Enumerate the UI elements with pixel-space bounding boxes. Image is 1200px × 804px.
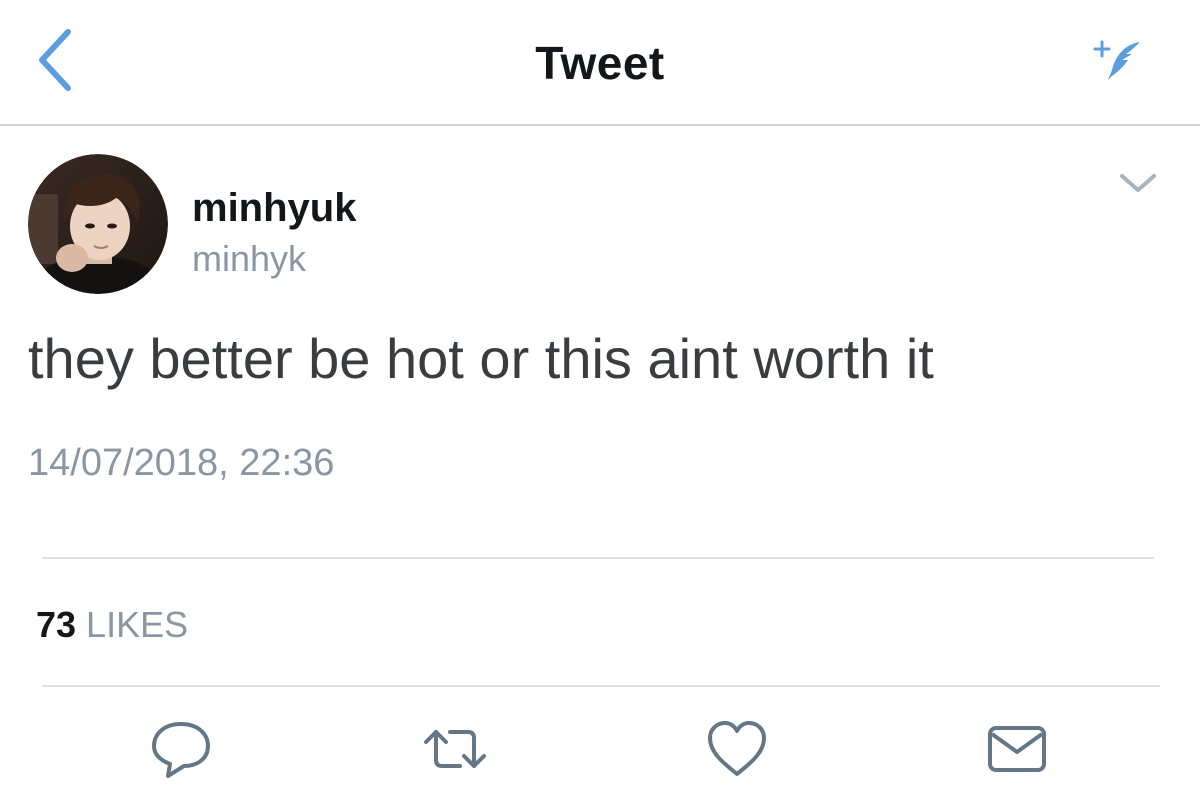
share-button[interactable] <box>982 718 1052 780</box>
heart-icon <box>708 721 766 776</box>
screen-name[interactable]: minhyk <box>192 238 306 280</box>
likes-count: 73 <box>36 604 77 645</box>
likes-label: LIKES <box>86 604 189 645</box>
compose-button[interactable] <box>1090 36 1150 86</box>
likes-stat[interactable]: 73 LIKES <box>36 604 188 646</box>
tweet-options-button[interactable] <box>1116 168 1160 198</box>
display-name[interactable]: minhyuk <box>192 186 356 231</box>
avatar[interactable] <box>28 154 168 294</box>
compose-feather-icon <box>1093 40 1140 80</box>
retweet-button[interactable] <box>420 718 490 780</box>
envelope-icon <box>988 726 1046 772</box>
tweet-timestamp: 14/07/2018, 22:36 <box>28 442 335 484</box>
divider <box>42 557 1154 559</box>
chevron-down-icon <box>1120 174 1156 192</box>
divider <box>42 685 1160 687</box>
profile-photo <box>28 154 168 294</box>
tweet-text: they better be hot or this aint worth it <box>28 327 934 390</box>
like-button[interactable] <box>702 718 772 780</box>
reply-bubble-icon <box>152 722 210 778</box>
page-title: Tweet <box>535 37 665 89</box>
retweet-icon <box>424 730 486 768</box>
reply-button[interactable] <box>146 718 216 780</box>
nav-bar: Tweet <box>0 0 1200 126</box>
